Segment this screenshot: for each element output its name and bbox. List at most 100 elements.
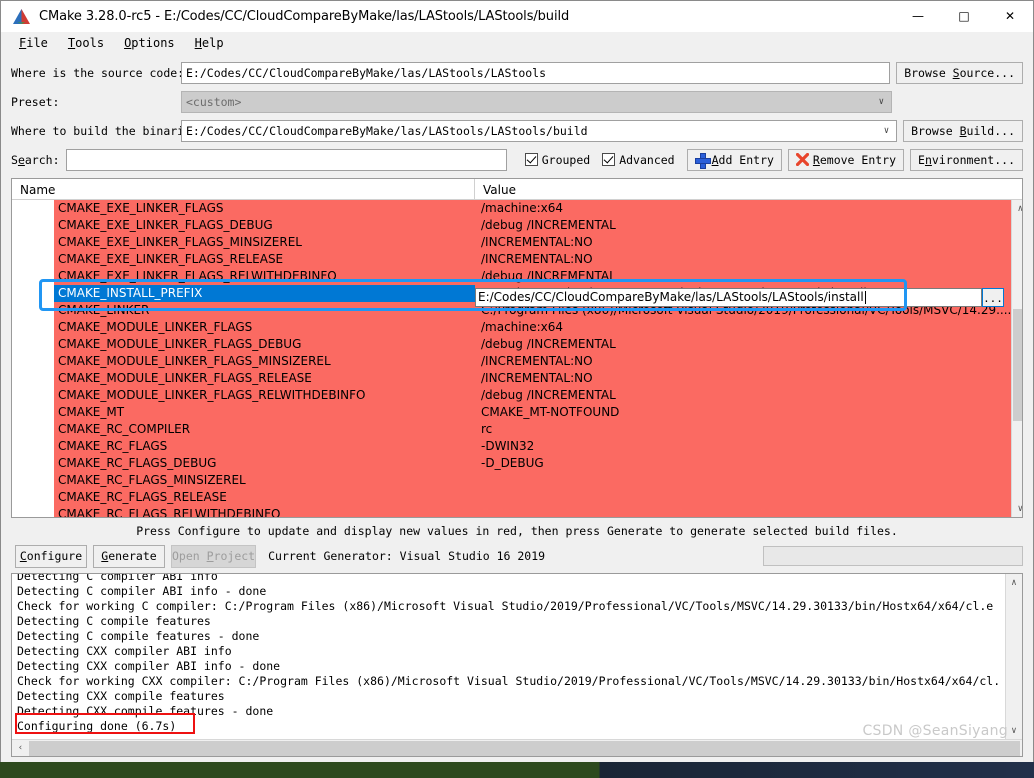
cache-entry-name[interactable]: CMAKE_LINKER <box>54 302 475 319</box>
cache-entry-value[interactable]: /INCREMENTAL:NO <box>475 353 1012 370</box>
cache-entry-name[interactable]: CMAKE_MODULE_LINKER_FLAGS_RELEASE <box>54 370 475 387</box>
cache-entry-value[interactable]: /INCREMENTAL:NO <box>475 234 1012 251</box>
console-line: Detecting CXX compile features <box>17 689 225 703</box>
cache-entry-name[interactable]: CMAKE_RC_FLAGS_RELWITHDEBINFO <box>54 506 475 517</box>
cache-entry-name[interactable]: CMAKE_MODULE_LINKER_FLAGS_MINSIZEREL <box>54 353 475 370</box>
console-scroll-left-icon[interactable]: ‹ <box>12 743 29 753</box>
table-vertical-scrollbar[interactable]: ∧ ∨ <box>1011 200 1022 517</box>
row-indent <box>12 353 54 370</box>
advanced-checkbox[interactable] <box>602 153 616 166</box>
install-prefix-edit-input[interactable]: E:/Codes/CC/CloudCompareByMake/las/LASto… <box>475 288 982 307</box>
cache-entry-value[interactable]: /machine:x64 <box>475 200 1012 217</box>
cache-entry-value[interactable]: /INCREMENTAL:NO <box>475 251 1012 268</box>
cache-entry-value[interactable]: /debug /INCREMENTAL <box>475 217 1012 234</box>
table-row[interactable]: CMAKE_RC_FLAGS_MINSIZEREL <box>12 472 1012 489</box>
console-scroll-up-icon[interactable]: ∧ <box>1006 574 1023 591</box>
cache-entry-value[interactable]: /debug /INCREMENTAL <box>475 268 1012 285</box>
browse-build-button[interactable]: Browse Build... <box>903 119 1023 142</box>
table-row[interactable]: CMAKE_RC_FLAGS_RELEASE <box>12 489 1012 506</box>
cache-entry-name[interactable]: CMAKE_RC_FLAGS_DEBUG <box>54 455 475 472</box>
table-row[interactable]: CMAKE_EXE_LINKER_FLAGS_MINSIZEREL/INCREM… <box>12 234 1012 251</box>
source-input[interactable]: E:/Codes/CC/CloudCompareByMake/las/LASto… <box>181 61 891 84</box>
cache-entry-value[interactable]: /machine:x64 <box>475 319 1012 336</box>
row-indent <box>12 285 54 302</box>
table-row[interactable]: CMAKE_RC_FLAGS_DEBUG -D_DEBUG <box>12 455 1012 472</box>
browse-source-button[interactable]: Browse Source... <box>896 61 1023 84</box>
configure-button[interactable]: Configure <box>15 544 87 568</box>
menu-item-file[interactable]: File <box>9 34 58 52</box>
table-row[interactable]: CMAKE_MODULE_LINKER_FLAGS_RELEASE/INCREM… <box>12 370 1012 387</box>
column-header-value[interactable]: Value <box>475 179 1022 199</box>
cache-entry-name[interactable]: CMAKE_MODULE_LINKER_FLAGS <box>54 319 475 336</box>
cache-entry-value[interactable]: /debug /INCREMENTAL <box>475 336 1012 353</box>
cache-entry-name[interactable]: CMAKE_RC_COMPILER <box>54 421 475 438</box>
table-row[interactable]: CMAKE_EXE_LINKER_FLAGS_RELEASE/INCREMENT… <box>12 251 1012 268</box>
table-row[interactable]: CMAKE_MODULE_LINKER_FLAGS/machine:x64 <box>12 319 1012 336</box>
maximize-icon[interactable]: □ <box>941 1 987 32</box>
scroll-down-arrow-icon[interactable]: ∨ <box>1012 500 1022 517</box>
table-row[interactable]: CMAKE_MT CMAKE_MT-NOTFOUND <box>12 404 1012 421</box>
add-entry-button[interactable]: Add Entry <box>686 148 782 171</box>
cache-entry-value[interactable]: /debug /INCREMENTAL <box>475 387 1012 404</box>
build-input[interactable]: E:/Codes/CC/CloudCompareByMake/las/LASto… <box>181 119 898 142</box>
menu-item-tools[interactable]: Tools <box>58 34 114 52</box>
table-row[interactable]: CMAKE_MODULE_LINKER_FLAGS_RELWITHDEBINFO… <box>12 387 1012 404</box>
scroll-up-arrow-icon[interactable]: ∧ <box>1012 200 1022 217</box>
cache-entry-name[interactable]: CMAKE_MODULE_LINKER_FLAGS_RELWITHDEBINFO <box>54 387 475 404</box>
preset-select[interactable]: <custom> ∨ <box>181 90 892 113</box>
cache-entry-name[interactable]: CMAKE_MT <box>54 404 475 421</box>
table-row[interactable]: CMAKE_MODULE_LINKER_FLAGS_DEBUG/debug /I… <box>12 336 1012 353</box>
column-header-name[interactable]: Name <box>12 179 475 199</box>
minimize-icon[interactable]: — <box>895 1 941 32</box>
close-icon[interactable]: ✕ <box>987 1 1033 32</box>
environment-rest: vironment... <box>931 152 1015 167</box>
console-horizontal-scrollbar[interactable]: ‹ <box>12 739 1022 756</box>
cache-entry-value[interactable]: /INCREMENTAL:NO <box>475 370 1012 387</box>
vscroll-thumb[interactable] <box>1012 309 1022 421</box>
progress-bar <box>763 546 1023 566</box>
value-cell-editor[interactable]: E:/Codes/CC/CloudCompareByMake/las/LASto… <box>475 288 1004 307</box>
cache-entry-value[interactable]: rc <box>475 421 1012 438</box>
cache-entry-name[interactable]: CMAKE_MODULE_LINKER_FLAGS_DEBUG <box>54 336 475 353</box>
environment-button[interactable]: En vironment... <box>910 148 1023 171</box>
remove-entry-button[interactable]: Remove Entry <box>787 148 905 171</box>
search-input[interactable] <box>65 148 507 171</box>
cache-entry-name[interactable]: CMAKE_INSTALL_PREFIX <box>54 285 475 302</box>
grouped-checkbox-wrap[interactable]: Grouped <box>524 152 591 167</box>
cache-entry-name[interactable]: CMAKE_EXE_LINKER_FLAGS <box>54 200 475 217</box>
cache-entry-name[interactable]: CMAKE_RC_FLAGS <box>54 438 475 455</box>
menu-help-accel: H <box>194 36 202 50</box>
cache-entry-name[interactable]: CMAKE_EXE_LINKER_FLAGS_RELWITHDEBINFO <box>54 268 475 285</box>
advanced-checkbox-wrap[interactable]: Advanced <box>602 153 675 167</box>
ellipsis-browse-icon[interactable]: ... <box>982 288 1004 307</box>
table-row[interactable]: CMAKE_RC_FLAGS -DWIN32 <box>12 438 1012 455</box>
grouped-checkbox[interactable] <box>524 153 538 166</box>
menu-item-help[interactable]: Help <box>185 34 234 52</box>
console-vertical-scrollbar[interactable]: ∧ ∨ <box>1005 574 1022 739</box>
console-hscroll-thumb[interactable] <box>29 740 1020 756</box>
cache-entry-value[interactable]: -D_DEBUG <box>475 455 1012 472</box>
cache-entry-value[interactable] <box>475 489 1012 506</box>
red-x-icon <box>796 153 810 167</box>
cache-entry-value[interactable] <box>475 472 1012 489</box>
cache-entry-value[interactable]: -DWIN32 <box>475 438 1012 455</box>
cache-entry-name[interactable]: CMAKE_EXE_LINKER_FLAGS_DEBUG <box>54 217 475 234</box>
table-row[interactable]: CMAKE_MODULE_LINKER_FLAGS_MINSIZEREL/INC… <box>12 353 1012 370</box>
table-row[interactable]: CMAKE_EXE_LINKER_FLAGS_DEBUG/debug /INCR… <box>12 217 1012 234</box>
table-row[interactable]: CMAKE_RC_FLAGS_RELWITHDEBINFO <box>12 506 1012 517</box>
menu-item-options[interactable]: Options <box>114 34 185 52</box>
cache-entry-name[interactable]: CMAKE_RC_FLAGS_MINSIZEREL <box>54 472 475 489</box>
cache-entry-value[interactable] <box>475 506 1012 517</box>
table-row[interactable]: CMAKE_EXE_LINKER_FLAGS/machine:x64 <box>12 200 1012 217</box>
cache-entry-value[interactable]: CMAKE_MT-NOTFOUND <box>475 404 1012 421</box>
cache-entry-name[interactable]: CMAKE_RC_FLAGS_RELEASE <box>54 489 475 506</box>
table-row[interactable]: CMAKE_RC_COMPILER rc <box>12 421 1012 438</box>
grouped-label: Grouped <box>541 152 591 167</box>
table-row[interactable]: CMAKE_EXE_LINKER_FLAGS_RELWITHDEBINFO/de… <box>12 268 1012 285</box>
generate-button[interactable]: Generate <box>93 544 165 568</box>
cache-entry-name[interactable]: CMAKE_EXE_LINKER_FLAGS_MINSIZEREL <box>54 234 475 251</box>
cache-entry-name[interactable]: CMAKE_EXE_LINKER_FLAGS_RELEASE <box>54 251 475 268</box>
console-log-lines[interactable]: Detecting C compiler ABI info Detecting C… <box>12 574 1005 739</box>
environment-pre: E <box>918 152 925 167</box>
chevron-down-icon: ∨ <box>878 96 884 107</box>
